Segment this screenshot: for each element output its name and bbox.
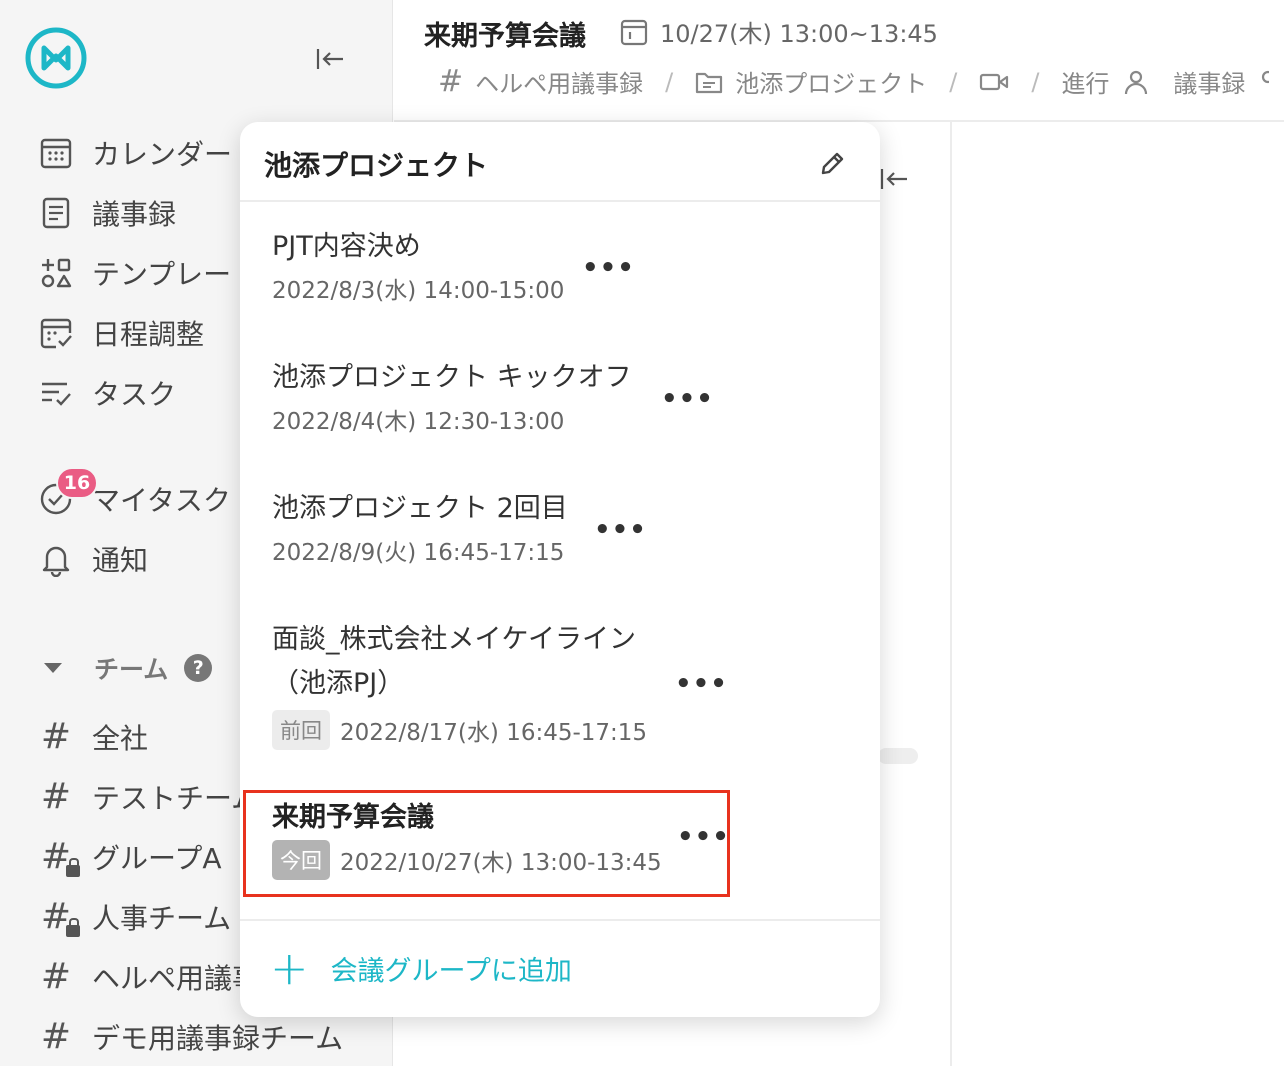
meeting-item[interactable]: 面談_株式会社メイケイライン （池添PJ） 前回 2022/8/17(水) 16…: [272, 620, 647, 750]
add-group-label: 会議グループに追加: [330, 955, 572, 987]
more-options-icon[interactable]: •••: [675, 671, 728, 697]
minutes-role[interactable]: 議事録: [1173, 64, 1270, 99]
collapse-panel-button[interactable]: [876, 164, 912, 194]
breadcrumb-team[interactable]: # ヘルペ用議事録: [438, 64, 643, 99]
datetime-text: 10/27(木) 13:00~13:45: [660, 20, 938, 48]
progress-role[interactable]: 進行: [1061, 64, 1149, 99]
meeting-datetime: 2022/8/9(火) 16:45-17:15: [272, 540, 565, 566]
hash-icon: #: [40, 1016, 72, 1057]
lock-icon: [66, 918, 80, 937]
team-label: グループA: [92, 842, 222, 875]
user-icon: [1125, 70, 1148, 94]
hash-icon: #: [40, 956, 72, 997]
hash-icon: #: [40, 776, 72, 817]
nav-minutes[interactable]: 議事録: [36, 193, 176, 233]
nav-templates[interactable]: テンプレート: [36, 253, 259, 293]
hash-lock-icon: #: [38, 897, 80, 937]
user-icon: [1262, 70, 1270, 83]
more-options-icon[interactable]: •••: [582, 255, 635, 281]
breadcrumb-separator: /: [665, 67, 674, 96]
bell-icon: [36, 539, 76, 579]
minutes-label: 議事録: [1173, 70, 1246, 98]
breadcrumb-separator: /: [949, 67, 958, 96]
nav-label: マイタスク: [92, 484, 231, 517]
team-item[interactable]: # グループA: [38, 835, 221, 879]
nav-notifications[interactable]: 通知: [36, 539, 148, 579]
meeting-item[interactable]: PJT内容決め 2022/8/3(水) 14:00-15:00: [272, 227, 564, 305]
team-item[interactable]: # テストチーム: [38, 775, 259, 819]
nav-label: テンプレート: [92, 258, 260, 291]
calendar-icon: [620, 19, 648, 45]
plus-icon: +: [270, 941, 309, 995]
scrollbar[interactable]: [878, 748, 918, 764]
team-section-header[interactable]: チーム ?: [42, 648, 213, 688]
pencil-icon: [821, 152, 844, 175]
team-label: デモ用議事録チーム: [92, 1022, 344, 1055]
schedule-icon: [36, 313, 76, 353]
calendar-icon: [36, 133, 76, 173]
page-title: 来期予算会議: [424, 21, 586, 52]
meeting-header: 来期予算会議 10/27(木) 13:00~13:45 # ヘルペ用議事録 / …: [394, 0, 1284, 122]
tasks-icon: [36, 373, 76, 413]
collapse-left-icon: [316, 49, 343, 69]
more-options-icon[interactable]: •••: [594, 517, 647, 543]
template-icon: [36, 253, 76, 293]
meeting-datetime: 2022/8/3(水) 14:00-15:00: [272, 278, 565, 304]
more-options-icon[interactable]: •••: [661, 386, 714, 412]
team-item[interactable]: # デモ用議事録チーム: [38, 1015, 343, 1059]
folder-icon: [695, 70, 723, 94]
meeting-datetime[interactable]: 10/27(木) 13:00~13:45: [620, 14, 938, 49]
team-item[interactable]: # 人事チーム: [38, 895, 231, 939]
meeting-name: 面談_株式会社メイケイライン: [272, 624, 636, 655]
meeting-name-cont: （池添PJ）: [272, 668, 405, 699]
meeting-name: 池添プロジェクト キックオフ: [272, 362, 632, 393]
hash-icon: #: [40, 716, 72, 757]
collapse-left-icon: [880, 169, 907, 189]
hash-icon: #: [438, 64, 464, 99]
breadcrumb-project-label: 池添プロジェクト: [735, 70, 928, 98]
collapse-sidebar-button[interactable]: [312, 44, 348, 74]
nav-label: カレンダー: [92, 138, 233, 171]
nav-label: タスク: [92, 378, 177, 411]
video-button[interactable]: [979, 72, 1009, 92]
right-panel: [950, 122, 1284, 1066]
nav-tasks[interactable]: タスク: [36, 373, 176, 413]
breadcrumb-separator: /: [1031, 67, 1040, 96]
meeting-name: 池添プロジェクト 2回目: [272, 493, 568, 524]
highlight-box: [243, 790, 730, 897]
meeting-name: PJT内容決め: [272, 231, 421, 262]
popover-title: 池添プロジェクト: [264, 149, 489, 182]
nav-label: 日程調整: [92, 318, 205, 351]
nav-label: 議事録: [92, 198, 177, 231]
hash-lock-icon: #: [38, 837, 80, 877]
lock-icon: [66, 858, 80, 877]
team-header-label: チーム: [94, 655, 169, 684]
meeting-datetime: 2022/8/4(木) 12:30-13:00: [272, 409, 565, 435]
document-icon: [36, 193, 76, 233]
breadcrumb: # ヘルペ用議事録 / 池添プロジェクト / / 進行 議事録: [438, 64, 1270, 99]
progress-label: 進行: [1061, 70, 1110, 98]
meeting-datetime: 2022/8/17(水) 16:45-17:15: [340, 720, 648, 746]
nav-calendar[interactable]: カレンダー: [36, 133, 232, 173]
team-label: テストチーム: [92, 782, 260, 815]
divider: [240, 919, 880, 921]
meeting-item[interactable]: 池添プロジェクト 2回目 2022/8/9(火) 16:45-17:15: [272, 489, 568, 567]
app-logo[interactable]: [24, 26, 88, 90]
chevron-down-icon: [44, 663, 62, 673]
help-icon[interactable]: ?: [184, 654, 213, 682]
breadcrumb-team-label: ヘルペ用議事録: [475, 70, 644, 98]
previous-tag: 前回: [272, 710, 330, 750]
my-tasks-count-badge: 16: [56, 467, 98, 499]
video-camera-icon: [980, 73, 1009, 90]
edit-button[interactable]: [814, 146, 850, 182]
breadcrumb-project[interactable]: 池添プロジェクト: [695, 64, 927, 99]
divider: [240, 200, 880, 202]
nav-label: 通知: [92, 544, 149, 577]
nav-scheduling[interactable]: 日程調整: [36, 313, 204, 353]
meeting-item[interactable]: 池添プロジェクト キックオフ 2022/8/4(木) 12:30-13:00: [272, 358, 632, 436]
team-item[interactable]: # 全社: [38, 715, 148, 759]
add-to-meeting-group-button[interactable]: + 会議グループに追加: [270, 941, 572, 995]
team-label: 人事チーム: [92, 902, 232, 935]
team-label: 全社: [92, 722, 149, 755]
